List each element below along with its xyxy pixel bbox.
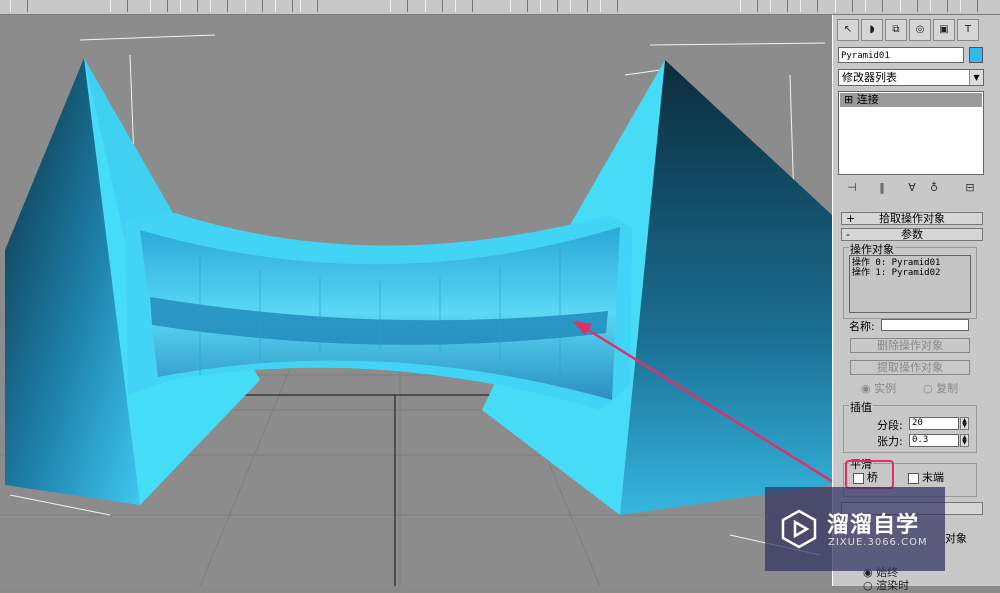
tension-field[interactable]: 0.3 (909, 434, 959, 447)
modifier-list-label: 修改器列表 (842, 71, 897, 84)
toolbar-button[interactable] (390, 0, 408, 12)
chevron-down-icon: ▼ (969, 70, 983, 85)
toolbar-button[interactable] (455, 0, 473, 12)
toolbar-button[interactable] (210, 0, 228, 12)
ends-checkbox[interactable]: 末端 (908, 469, 944, 485)
bottom-partial-label: 对象 (945, 532, 967, 545)
motion-tab-icon[interactable]: ◎ (909, 19, 931, 41)
object-color-swatch[interactable] (969, 47, 983, 63)
toolbar-button[interactable] (110, 0, 128, 12)
play-logo-icon (781, 509, 817, 549)
segments-label: 分段: (877, 419, 903, 432)
ends-label: 末端 (922, 471, 944, 484)
rotate-icon[interactable] (275, 0, 293, 12)
instance-radio[interactable]: ◉ 实例 (861, 380, 896, 396)
toolbar-button[interactable] (510, 0, 528, 12)
named-selection[interactable] (600, 0, 618, 12)
remove-modifier-icon[interactable]: ♁ (926, 181, 942, 195)
segments-field[interactable]: 20 (909, 417, 959, 430)
toolbar-button[interactable] (960, 0, 978, 12)
snap-icon[interactable] (425, 0, 443, 12)
copy-radio[interactable]: ○ 复制 (923, 380, 958, 396)
make-unique-icon[interactable]: ∀ (904, 181, 920, 195)
render-icon[interactable] (930, 0, 948, 12)
display-tab-icon[interactable]: ▣ (933, 19, 955, 41)
watermark-url: ZIXUE.3066.COM (828, 537, 928, 548)
modifier-list-dropdown[interactable]: 修改器列表 ▼ (838, 69, 984, 86)
scene-render: x (0, 34, 832, 586)
delete-operand-button[interactable]: 删除操作对象 (850, 338, 970, 353)
toolbar-button[interactable] (900, 0, 918, 12)
pin-stack-icon[interactable]: ⊣ (844, 181, 860, 195)
main-toolbar (0, 0, 1000, 15)
mirror-icon[interactable] (740, 0, 758, 12)
perspective-viewport[interactable]: x (0, 15, 832, 586)
toolbar-button[interactable] (540, 0, 558, 12)
show-end-result-icon[interactable]: ‖ (874, 181, 890, 195)
instance-label: 实例 (874, 382, 897, 395)
create-tab-icon[interactable]: ↖ (837, 19, 859, 41)
stack-item-connect[interactable]: ⊞ 连接 (840, 93, 982, 107)
scale-icon[interactable] (300, 0, 318, 12)
object-name-field[interactable]: Pyramid01 (838, 47, 964, 63)
bridge-checkbox-highlight (845, 460, 894, 489)
tension-spinner[interactable]: ▲ ▼ (960, 434, 969, 447)
operand-name-field[interactable] (881, 319, 969, 331)
utilities-tab-icon[interactable]: T (957, 19, 979, 41)
interpolation-label: 插值 (849, 399, 873, 415)
watermark: 溜溜自学 ZIXUE.3066.COM (765, 487, 945, 571)
toolbar-button[interactable] (10, 0, 28, 12)
operands-list[interactable]: 操作 0: Pyramid01 操作 1: Pyramid02 (849, 255, 971, 313)
rollout-title: 参数 (901, 228, 923, 241)
select-region-icon[interactable] (180, 0, 198, 12)
material-icon[interactable] (865, 0, 883, 12)
toolbar-button[interactable] (800, 0, 818, 12)
watermark-title: 溜溜自学 (827, 513, 920, 538)
operand-item[interactable]: 操作 0: Pyramid01 (852, 258, 968, 268)
move-icon[interactable] (245, 0, 263, 12)
extract-operand-button[interactable]: 提取操作对象 (850, 360, 970, 375)
modifier-stack[interactable]: ⊞ 连接 (838, 91, 984, 175)
configure-sets-icon[interactable]: ⊟ (962, 181, 978, 195)
expand-icon[interactable]: ⊞ (844, 93, 857, 106)
checkbox-box (908, 472, 919, 484)
segments-spinner[interactable]: ▲ ▼ (960, 417, 969, 430)
align-icon[interactable] (770, 0, 788, 12)
toolbar-button[interactable] (570, 0, 588, 12)
select-icon[interactable] (150, 0, 168, 12)
operand-item[interactable]: 操作 1: Pyramid02 (852, 268, 968, 278)
rollout-title: 拾取操作对象 (879, 212, 945, 225)
rollout-pick-operand[interactable]: + 拾取操作对象 (841, 212, 983, 225)
copy-label: 复制 (936, 382, 959, 395)
hierarchy-tab-icon[interactable]: ⧉ (885, 19, 907, 41)
tension-label: 张力: (877, 435, 903, 448)
modify-tab-icon[interactable]: ◗ (861, 19, 883, 41)
toolbar-button[interactable] (835, 0, 853, 12)
stack-toolbar: ⊣ ‖ ∀ ♁ ⊟ (838, 179, 984, 199)
rollout-parameters[interactable]: - 参数 (841, 228, 983, 241)
render-radio[interactable]: ○ 渲染时 (863, 577, 909, 593)
stack-item-label: 连接 (856, 93, 879, 106)
name-label: 名称: (849, 320, 875, 333)
